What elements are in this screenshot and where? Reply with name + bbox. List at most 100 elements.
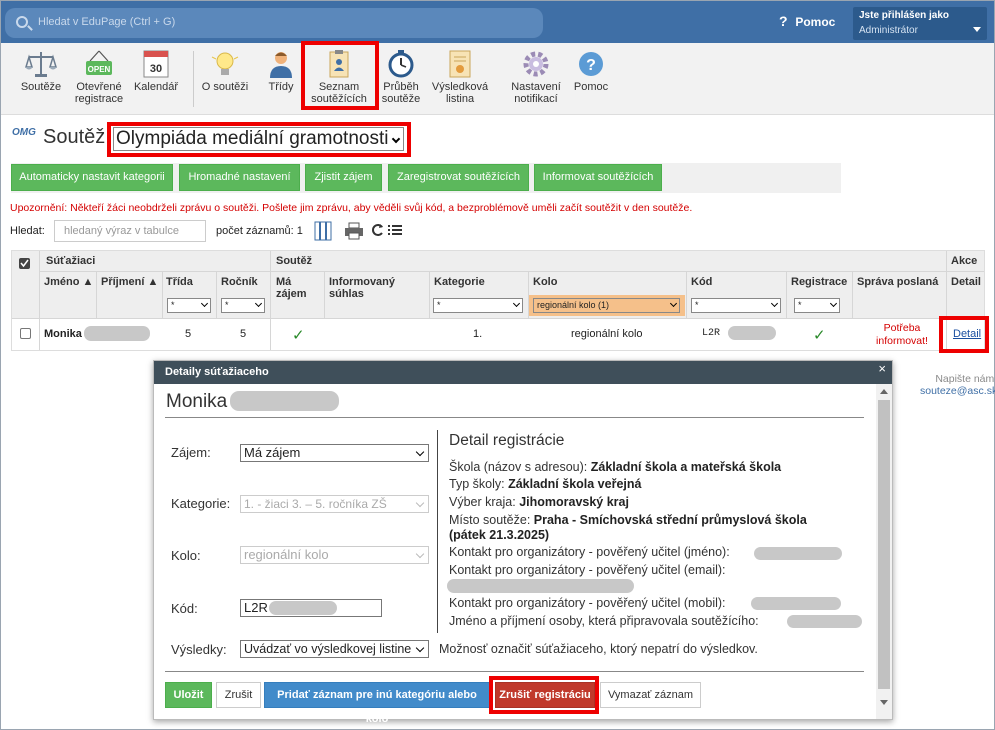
col-grade[interactable]: Ročník (221, 276, 258, 288)
toolbar-help[interactable]: ? Pomoc (573, 49, 609, 93)
filter-value: * (171, 300, 175, 310)
toolbar-classes[interactable]: Třídy (263, 49, 299, 93)
global-search-placeholder: Hledat v EduPage (Ctrl + G) (38, 16, 176, 28)
col-registration[interactable]: Registrace (791, 276, 847, 288)
toolbar-open-registrations[interactable]: OPEN Otevřené registrace (71, 49, 127, 105)
col-class[interactable]: Třída (166, 276, 193, 288)
divider (270, 251, 271, 350)
divider (162, 272, 163, 318)
chevron-down-icon (254, 299, 263, 308)
dialog-header: Detaily súťažiaceho (154, 361, 892, 384)
find-interest-button[interactable]: Zjistit zájem (305, 164, 382, 191)
venue-value: Praha - Smíchovská střední průmyslová šk… (533, 513, 807, 527)
col-detail: Detail (951, 276, 981, 288)
filter-registration[interactable]: * (794, 298, 840, 313)
school-type-value: Základní škola veřejná (508, 477, 642, 491)
question-icon: ? (779, 13, 788, 29)
table-search-input[interactable]: hledaný výraz v tabulce (54, 220, 206, 242)
add-other-category-button[interactable]: Pridať záznam pre inú kategóriu alebo ko… (264, 682, 490, 725)
table-search-label: Hledat: (10, 225, 45, 237)
row-class: 5 (185, 328, 192, 340)
toolbar-results[interactable]: Výsledková listina (429, 49, 491, 105)
global-search-input[interactable]: Hledat v EduPage (Ctrl + G) (5, 8, 543, 38)
filter-code[interactable]: * (691, 298, 781, 313)
register-contestants-button[interactable]: Zaregistrovat soutěžících (388, 164, 529, 191)
gear-icon (519, 49, 553, 79)
col-code[interactable]: Kód (691, 276, 712, 288)
svg-text:?: ? (586, 57, 596, 74)
bulk-settings-button[interactable]: Hromadné nastavení (179, 164, 300, 191)
toolbar-notification-settings[interactable]: Nastavení notifikací (507, 49, 565, 105)
chevron-down-icon (200, 299, 209, 308)
toolbar-about-label: O soutěži (201, 81, 249, 93)
open-badge: OPEN (88, 65, 111, 74)
row-round: regionální kolo (571, 328, 643, 340)
record-count: počet záznamů: 1 (216, 225, 303, 237)
category-value: 1. - žiaci 3. – 5. ročníka ZŠ (244, 497, 387, 511)
save-button[interactable]: Uložit (165, 682, 212, 708)
redacted-contact-name (754, 547, 842, 560)
col-round[interactable]: Kolo (533, 276, 557, 288)
toolbar-souteze[interactable]: Soutěže (19, 49, 63, 93)
redacted-code (728, 326, 776, 340)
cancel-button[interactable]: Zrušit (216, 682, 261, 708)
round-value: regionální kolo (244, 547, 329, 562)
divider (429, 272, 430, 318)
select-all-checkbox[interactable] (19, 258, 30, 269)
toolbar-results-label: Výsledková listina (431, 81, 489, 105)
scroll-thumb[interactable] (878, 400, 890, 689)
highlight-contestants-list (301, 41, 379, 110)
user-menu[interactable]: Jste přihlášen jako Administrátor (853, 7, 987, 40)
toolbar-progress[interactable]: Průběh soutěže (378, 49, 424, 105)
detail-school-type: Typ školy: Základní škola veřejná (449, 477, 641, 492)
user-line1: Jste přihlášen jako (859, 10, 950, 21)
filter-category[interactable]: * (433, 298, 523, 313)
print-icon[interactable] (344, 222, 364, 243)
chevron-down-icon (415, 447, 425, 457)
inform-contestants-button[interactable]: Informovat soutěžících (534, 164, 662, 191)
toolbar-notification-settings-label: Nastavení notifikací (511, 81, 561, 105)
lightbulb-icon (208, 49, 242, 79)
detail-contact-name: Kontakt pro organizátory - pověřený učit… (449, 545, 730, 559)
col-interest[interactable]: Má zájem (276, 276, 316, 300)
region-value: Jihomoravský kraj (519, 495, 629, 509)
contact-email-link[interactable]: souteze@asc.sk (920, 385, 995, 397)
filter-class[interactable]: * (167, 298, 211, 313)
filter-grade[interactable]: * (221, 298, 265, 313)
scroll-up-icon[interactable] (880, 389, 888, 394)
school-type-label: Typ školy: (449, 477, 505, 491)
help-button[interactable]: ? Pomoc (779, 13, 835, 29)
code-value: L2R (244, 600, 268, 615)
delete-record-button[interactable]: Vymazať záznam (600, 682, 701, 708)
close-icon[interactable]: × (878, 361, 886, 376)
auto-category-button[interactable]: Automaticky nastavit kategorii (11, 164, 173, 191)
scroll-down-icon[interactable] (880, 700, 888, 705)
divider (12, 318, 984, 319)
sort-asc-icon: ▲ (82, 276, 94, 288)
row-checkbox[interactable] (20, 328, 31, 339)
redacted-contact-email (447, 579, 634, 593)
refresh-list-icon[interactable] (371, 222, 403, 241)
toolbar-calendar[interactable]: 30 Kalendář (131, 49, 181, 93)
round-select[interactable]: regionální kolo (240, 546, 429, 564)
columns-icon[interactable] (314, 221, 332, 244)
filter-round[interactable]: regionální kolo (1) (533, 298, 680, 313)
dialog-scrollbar[interactable] (876, 384, 892, 719)
col-category[interactable]: Kategorie (434, 276, 485, 288)
chevron-down-icon (770, 299, 779, 308)
code-label: Kód: (171, 601, 198, 616)
group-action-header: Akce (951, 255, 978, 267)
interest-select[interactable]: Má zájem (240, 444, 429, 462)
results-select[interactable]: Uvádzať vo výsledkovej listine (240, 640, 429, 658)
col-consent[interactable]: Informovaný súhlas (329, 276, 409, 300)
detail-contact-email: Kontakt pro organizátory - pověřený učit… (449, 563, 726, 577)
person-icon (264, 49, 298, 79)
vertical-divider (437, 430, 438, 633)
category-select[interactable]: 1. - žiaci 3. – 5. ročníka ZŠ (240, 495, 429, 513)
school-value: Základní škola a mateřská škola (590, 460, 782, 474)
toolbar-about[interactable]: O soutěži (198, 49, 252, 93)
col-message[interactable]: Správa poslaná (857, 276, 938, 288)
detail-school: Škola (názov s adresou): Základní škola … (449, 460, 781, 475)
col-surname[interactable]: Příjmení ▲ (101, 276, 158, 288)
col-name[interactable]: Jméno ▲ (44, 276, 93, 288)
